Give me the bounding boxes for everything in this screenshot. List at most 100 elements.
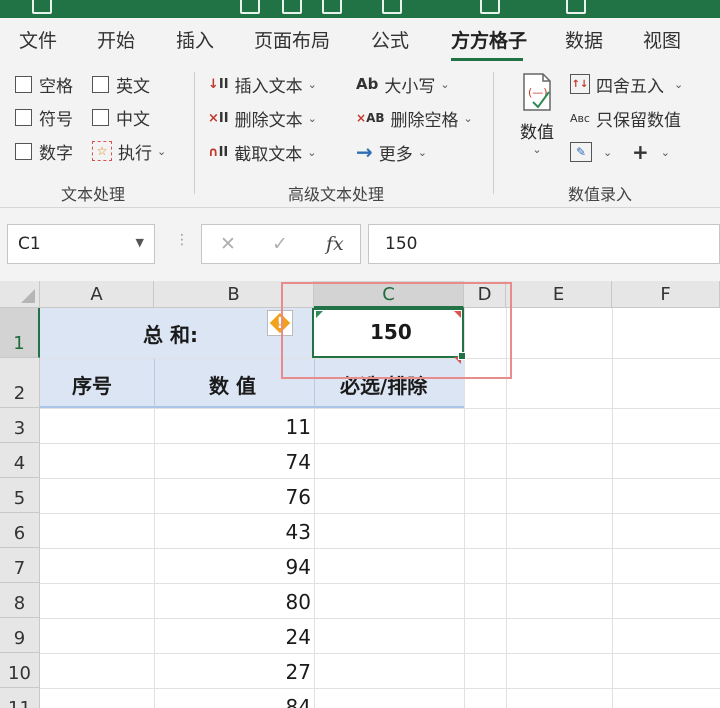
row-header-4[interactable]: 4: [0, 443, 40, 478]
more-options-icon[interactable]: ⋮: [175, 232, 189, 248]
checkbox-space[interactable]: 空格: [15, 72, 73, 97]
tab-fangfanggezi[interactable]: 方方格子: [451, 26, 527, 53]
delete-spaces-icon: × AB: [356, 111, 385, 125]
execute-button[interactable]: ☆ 执行 ⌄: [92, 139, 167, 164]
checkbox-number[interactable]: 数字: [15, 139, 73, 164]
row-header-6[interactable]: 6: [0, 513, 40, 548]
row-header-10[interactable]: 10: [0, 653, 40, 688]
cancel-icon[interactable]: ✕: [220, 233, 236, 255]
extract-text-label: 截取文本: [234, 144, 303, 165]
quick-access-icon[interactable]: [566, 0, 586, 14]
gridline: [612, 308, 613, 708]
group-label-advanced: 高级文本处理: [288, 185, 385, 204]
row-header-7[interactable]: 7: [0, 548, 40, 583]
gridline: [40, 583, 720, 584]
tab-formulas[interactable]: 公式: [371, 26, 409, 53]
col-header-f[interactable]: F: [612, 281, 720, 308]
value-cell[interactable]: 84: [161, 695, 311, 708]
tab-home[interactable]: 开始: [97, 26, 135, 53]
case-icon: Ab: [356, 75, 379, 93]
chevron-down-icon: ⌄: [603, 145, 613, 159]
chevron-down-icon: ⌄: [157, 144, 167, 158]
header-row-border: [40, 406, 464, 408]
round-button[interactable]: ↑↓ 四舍五入 ⌄: [570, 72, 683, 97]
add-button[interactable]: + ⌄: [632, 140, 670, 164]
group-label-number: 数值录入: [568, 185, 633, 204]
col-header-a[interactable]: A: [40, 281, 154, 308]
formula-input[interactable]: 150: [368, 224, 720, 264]
keep-numbers-label: 只保留数值: [595, 110, 681, 131]
row-header-5[interactable]: 5: [0, 478, 40, 513]
enter-icon[interactable]: ✓: [272, 233, 288, 255]
value-cell[interactable]: 94: [161, 555, 311, 579]
function-icon[interactable]: fx: [326, 233, 344, 255]
keep-numbers-button[interactable]: Aʙᴄ 只保留数值: [570, 106, 681, 131]
row-header-11[interactable]: 11: [0, 688, 40, 708]
checkbox-icon: [92, 108, 109, 126]
gridline: [40, 443, 720, 444]
execute-icon: ☆: [92, 141, 112, 161]
quick-access-icon[interactable]: [240, 0, 260, 14]
gridline: [40, 618, 720, 619]
formula-bar: C1 ▼ ⋮ ✕ ✓ fx 150: [0, 208, 720, 281]
value-cell[interactable]: 80: [161, 590, 311, 614]
row-header-3[interactable]: 3: [0, 408, 40, 443]
row-number: 2: [13, 383, 26, 404]
more-button[interactable]: → 更多 ⌄: [356, 140, 427, 165]
select-all-corner[interactable]: [0, 281, 40, 308]
delete-spaces-button[interactable]: × AB 删除空格 ⌄: [356, 106, 473, 131]
checkbox-english[interactable]: 英文: [92, 72, 150, 97]
name-box[interactable]: C1 ▼: [7, 224, 155, 264]
delete-text-button[interactable]: × II 删除文本 ⌄: [208, 106, 317, 131]
checkbox-symbol[interactable]: 符号: [15, 105, 73, 130]
insert-text-button[interactable]: ↓ II 插入文本 ⌄: [208, 72, 317, 97]
value-cell[interactable]: 74: [161, 450, 311, 474]
checkbox-label: 英文: [116, 76, 150, 97]
numbers-button[interactable]: (—) 数值 ⌄: [514, 72, 560, 172]
row-number: 7: [13, 558, 26, 579]
execute-label: 执行: [118, 143, 152, 164]
chevron-down-icon: ⌄: [307, 111, 317, 125]
tab-data[interactable]: 数据: [565, 26, 603, 53]
tab-insert[interactable]: 插入: [176, 26, 214, 53]
row-header-9[interactable]: 9: [0, 618, 40, 653]
value-cell[interactable]: 76: [161, 485, 311, 509]
quick-access-icon[interactable]: [322, 0, 342, 14]
value-cell[interactable]: 27: [161, 660, 311, 684]
header-value[interactable]: 数 值: [209, 370, 256, 399]
value-cell[interactable]: 24: [161, 625, 311, 649]
gridline: [40, 653, 720, 654]
quick-access-icon[interactable]: [480, 0, 500, 14]
dropdown-arrow-icon[interactable]: ▼: [136, 236, 144, 249]
case-button[interactable]: Ab 大小写 ⌄: [356, 72, 450, 97]
ribbon-tabs: 文件 开始 插入 页面布局 公式 方方格子 数据 视图: [0, 18, 720, 62]
header-index[interactable]: 序号: [72, 370, 112, 399]
arrow-right-icon: →: [356, 140, 373, 164]
col-header-e[interactable]: E: [506, 281, 612, 308]
tab-file[interactable]: 文件: [19, 26, 57, 53]
tab-page-layout[interactable]: 页面布局: [254, 26, 330, 53]
row-number: 3: [13, 418, 26, 439]
edit-format-button[interactable]: ✎ ⌄: [570, 140, 612, 164]
active-tab-indicator: [451, 58, 523, 61]
row-header-2[interactable]: 2: [0, 358, 40, 408]
row-header-1[interactable]: 1: [0, 308, 40, 358]
extract-text-icon: ∩ II: [208, 144, 229, 160]
row-number: 9: [13, 628, 26, 649]
abc-icon: Aʙᴄ: [570, 111, 590, 125]
tab-view[interactable]: 视图: [643, 26, 681, 53]
value-cell[interactable]: 43: [161, 520, 311, 544]
row-number: 11: [0, 698, 39, 708]
quick-access-icon[interactable]: [32, 0, 52, 14]
sheet-grid: A B C D E F 1 2 3 4 5 6 7 8 9 10 11 总 和:…: [0, 281, 720, 708]
round-label: 四舍五入: [596, 76, 664, 97]
quick-access-icon[interactable]: [282, 0, 302, 14]
extract-text-button[interactable]: ∩ II 截取文本 ⌄: [208, 140, 316, 165]
row-header-8[interactable]: 8: [0, 583, 40, 618]
formula-controls: ✕ ✓ fx: [201, 224, 361, 264]
value-cell[interactable]: 11: [161, 415, 311, 439]
more-label: 更多: [378, 144, 413, 165]
checkbox-icon: [15, 142, 32, 160]
checkbox-chinese[interactable]: 中文: [92, 105, 150, 130]
quick-access-icon[interactable]: [382, 0, 402, 14]
